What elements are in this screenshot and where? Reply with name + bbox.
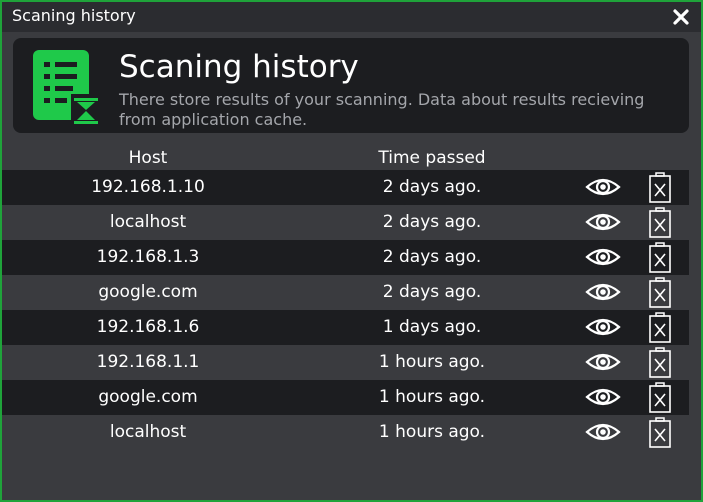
trash-icon[interactable] — [648, 242, 672, 273]
table-row: google.com 2 days ago. — [2, 275, 689, 310]
eye-icon[interactable] — [585, 386, 621, 408]
header-card: Scaning history There store results of y… — [13, 38, 689, 133]
host-cell: 192.168.1.6 — [96, 317, 200, 337]
eye-icon[interactable] — [585, 246, 621, 268]
eye-icon[interactable] — [585, 351, 621, 373]
table-row: 192.168.1.6 1 days ago. — [2, 310, 689, 345]
window-title: Scaning history — [12, 6, 136, 25]
time-passed-cell: 1 days ago. — [382, 317, 482, 337]
table-row: google.com 1 hours ago. — [2, 380, 689, 415]
time-passed-cell: 1 hours ago. — [378, 422, 486, 442]
host-cell: localhost — [109, 422, 187, 442]
time-passed-cell: 1 hours ago. — [378, 387, 486, 407]
trash-icon[interactable] — [648, 347, 672, 378]
close-icon[interactable] — [671, 7, 691, 27]
table-row: 192.168.1.3 2 days ago. — [2, 240, 689, 275]
table-row: 192.168.1.1 1 hours ago. — [2, 345, 689, 380]
host-cell: 192.168.1.3 — [96, 247, 200, 267]
list-hourglass-icon — [33, 50, 101, 127]
time-passed-cell: 1 hours ago. — [378, 352, 486, 372]
header-title: Scaning history — [119, 49, 359, 85]
header-description: There store results of your scanning. Da… — [119, 90, 645, 129]
trash-icon[interactable] — [648, 312, 672, 343]
title-bar: Scaning history — [2, 2, 701, 32]
table-row: localhost 1 hours ago. — [2, 415, 689, 450]
host-cell: localhost — [109, 212, 187, 232]
time-passed-cell: 2 days ago. — [382, 212, 482, 232]
host-cell: 192.168.1.1 — [96, 352, 200, 372]
trash-icon[interactable] — [648, 277, 672, 308]
eye-icon[interactable] — [585, 211, 621, 233]
time-passed-cell: 2 days ago. — [382, 282, 482, 302]
host-cell: google.com — [98, 282, 198, 302]
trash-icon[interactable] — [648, 207, 672, 238]
trash-icon[interactable] — [648, 417, 672, 448]
eye-icon[interactable] — [585, 176, 621, 198]
eye-icon[interactable] — [585, 316, 621, 338]
table-row: 192.168.1.10 2 days ago. — [2, 170, 689, 205]
column-header-time-passed: Time passed — [378, 148, 486, 168]
time-passed-cell: 2 days ago. — [382, 177, 482, 197]
scanning-history-window: Scaning history Scaning history There st… — [0, 0, 703, 502]
eye-icon[interactable] — [585, 281, 621, 303]
table-row: localhost 2 days ago. — [2, 205, 689, 240]
trash-icon[interactable] — [648, 172, 672, 203]
time-passed-cell: 2 days ago. — [382, 247, 482, 267]
column-header-host: Host — [128, 148, 168, 168]
trash-icon[interactable] — [648, 382, 672, 413]
eye-icon[interactable] — [585, 421, 621, 443]
history-table: 192.168.1.10 2 days ago. localhost 2 day… — [2, 170, 689, 450]
host-cell: 192.168.1.10 — [91, 177, 205, 197]
host-cell: google.com — [98, 387, 198, 407]
